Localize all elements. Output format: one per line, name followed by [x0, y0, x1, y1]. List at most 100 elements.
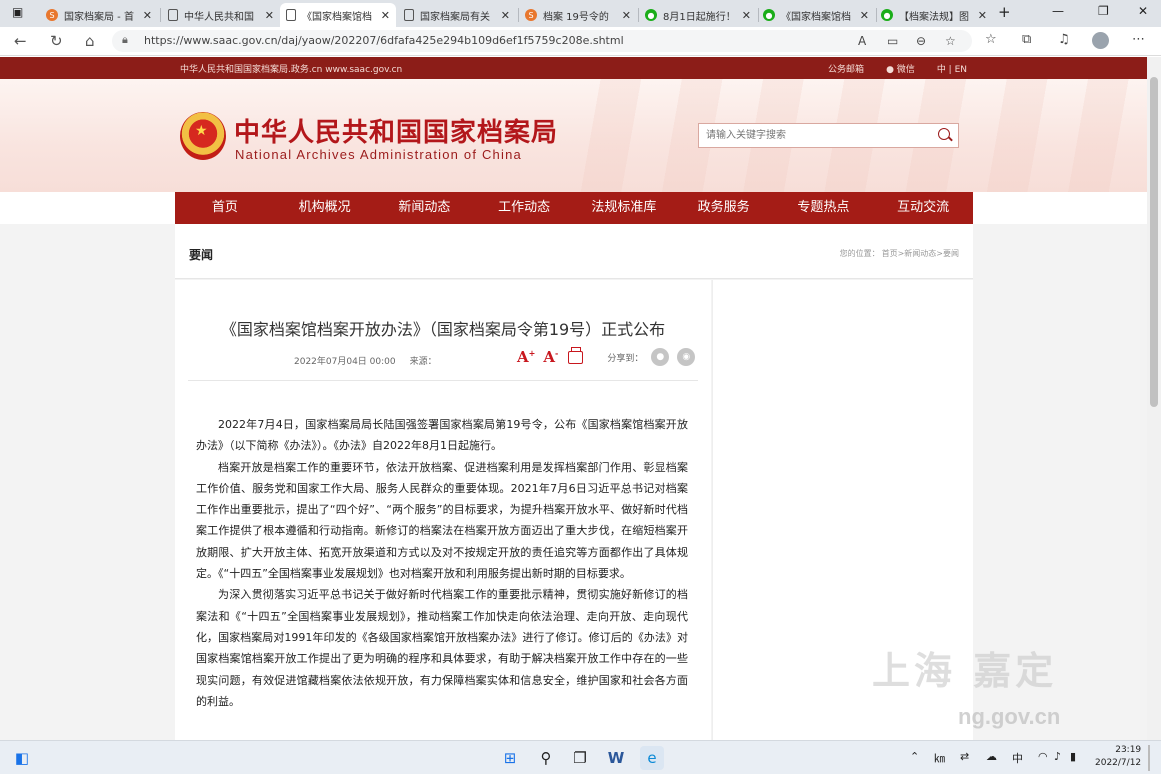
watermark-url: ng.gov.cn — [958, 704, 1061, 729]
tab-close-icon[interactable]: ✕ — [143, 9, 152, 22]
weibo-share-icon[interactable]: ◉ — [677, 348, 696, 366]
browser-tab[interactable]: 国家档案局有关 ✕ — [398, 3, 516, 27]
read-aloud-icon[interactable]: A — [858, 34, 866, 48]
wifi-icon[interactable]: ◠ — [1038, 750, 1048, 763]
page-icon — [404, 9, 414, 21]
start-button-icon[interactable]: ⊞ — [498, 746, 522, 770]
article-source: 来源： — [409, 357, 437, 367]
search-icon[interactable]: ⚲ — [534, 746, 558, 770]
language-switch[interactable]: 中 | EN — [937, 62, 967, 75]
browser-tab[interactable]: ● 【档案法规】图 ✕ — [875, 3, 993, 27]
scrollbar-thumb[interactable] — [1150, 77, 1158, 407]
widgets-icon[interactable]: ◧ — [10, 746, 34, 770]
print-icon[interactable] — [568, 346, 584, 364]
font-increase-button[interactable]: A+ — [517, 348, 535, 366]
tab-close-icon[interactable]: ✕ — [265, 9, 274, 22]
task-view-icon[interactable]: ❐ — [568, 746, 592, 770]
refresh-icon[interactable]: ↻ — [50, 32, 63, 50]
nav-topics[interactable]: 专题热点 — [774, 192, 874, 224]
nav-home[interactable]: 首页 — [175, 192, 275, 224]
browser-tab[interactable]: 中华人民共和国 ✕ — [162, 3, 280, 27]
browser-tab[interactable]: ● 《国家档案馆档 ✕ — [757, 3, 875, 27]
gov-mail-link[interactable]: 公务邮箱 — [828, 62, 864, 75]
more-menu-icon[interactable]: ⋯ — [1132, 32, 1145, 47]
article-paragraph: 档案开放是档案工作的重要环节，依法开放档案、促进档案利用是发挥档案部门作用、彰显… — [196, 460, 688, 581]
collections-icon[interactable]: ⧉ — [1022, 32, 1031, 47]
close-window-icon[interactable]: ✕ — [1138, 4, 1148, 18]
url-field[interactable]: 🔒︎ https://www.saac.gov.cn/daj/yaow/2022… — [112, 30, 972, 52]
input-language[interactable]: 中 — [1012, 750, 1023, 766]
new-tab-button[interactable]: + — [998, 3, 1011, 21]
network-share-icon[interactable]: ⇄ — [960, 750, 969, 763]
page-icon — [286, 9, 296, 21]
chevron-up-icon[interactable]: ⌃ — [910, 750, 919, 763]
browser-tab[interactable]: S 国家档案局 - 首 ✕ — [40, 3, 158, 27]
notifications-icon[interactable]: ♫ — [1058, 32, 1070, 47]
divider — [188, 380, 698, 381]
tab-close-icon[interactable]: ✕ — [742, 9, 751, 22]
nav-regulations[interactable]: 法规标准库 — [574, 192, 674, 224]
reader-icon[interactable]: ▭ — [887, 34, 898, 48]
battery-icon[interactable]: ▮ — [1070, 750, 1076, 763]
volume-icon[interactable]: ♪ — [1054, 750, 1061, 763]
breadcrumb-path[interactable]: 首页>新闻动态>要闻 — [882, 249, 959, 258]
font-decrease-button[interactable]: A- — [543, 348, 558, 366]
search-input[interactable] — [699, 124, 919, 147]
search-icon[interactable] — [938, 128, 950, 140]
wechat-icon: ● — [886, 65, 894, 75]
article-title: 《国家档案馆档案开放办法》（国家档案局令第19号）正式公布 — [220, 320, 666, 339]
article-paragraph: 2022年7月4日，国家档案局局长陆国强签署国家档案局第19号令，公布《国家档案… — [196, 418, 688, 453]
nav-work[interactable]: 工作动态 — [474, 192, 574, 224]
browser-tab[interactable]: ● 8月1日起施行！ ✕ — [639, 3, 757, 27]
site-search-box — [698, 123, 959, 148]
tab-separator — [160, 8, 161, 22]
word-app-icon[interactable]: W — [604, 746, 628, 770]
nav-services[interactable]: 政务服务 — [674, 192, 774, 224]
article-paragraph: 为深入贯彻落实习近平总书记关于做好新时代档案工作的重要批示精神，贯彻实施好新修订… — [196, 588, 688, 708]
nav-about[interactable]: 机构概况 — [275, 192, 375, 224]
tab-close-icon[interactable]: ✕ — [622, 9, 631, 22]
wechat-icon: ● — [645, 9, 657, 21]
browser-tab[interactable]: S 档案 19号令的 ✕ — [519, 3, 637, 27]
wechat-share-icon[interactable]: ● — [651, 348, 670, 366]
edge-browser-icon[interactable]: e — [640, 746, 664, 770]
vertical-scrollbar[interactable] — [1147, 57, 1161, 740]
browser-tab-active[interactable]: 《国家档案馆档 ✕ — [280, 3, 396, 27]
article-body: 2022年7月4日，国家档案局局长陆国强签署国家档案局第19号令，公布《国家档案… — [196, 414, 688, 712]
home-icon[interactable]: ⌂ — [85, 32, 95, 50]
favorite-add-icon[interactable]: ☆ — [945, 34, 956, 48]
tab-close-icon[interactable]: ✕ — [860, 9, 869, 22]
lock-icon[interactable]: 🔒︎ — [122, 33, 128, 47]
show-desktop-button[interactable] — [1148, 745, 1150, 771]
back-icon[interactable]: ← — [14, 32, 27, 50]
site-domain-text: 中华人民共和国国家档案局.政务.cn www.saac.gov.cn — [180, 65, 403, 75]
maximize-icon[interactable]: ❐ — [1098, 4, 1109, 18]
system-clock[interactable]: 23:19 2022/7/12 — [1095, 744, 1141, 770]
wechat-link[interactable]: ● 微信 — [886, 62, 915, 75]
zoom-icon[interactable]: ⊖ — [916, 34, 926, 48]
nav-news[interactable]: 新闻动态 — [375, 192, 475, 224]
nav-interaction[interactable]: 互动交流 — [873, 192, 973, 224]
wechat-icon: ● — [763, 9, 775, 21]
tab-actions-icon[interactable]: ▣ — [12, 5, 23, 19]
site-favicon-icon: S — [525, 9, 537, 21]
cloud-icon[interactable]: ☁ — [986, 750, 997, 763]
app-tray-icon[interactable]: ㎞ — [934, 750, 945, 766]
national-emblem-logo[interactable]: ★ — [180, 112, 226, 160]
share-label: 分享到： — [607, 353, 644, 364]
site-title-cn[interactable]: 中华人民共和国国家档案局 — [234, 112, 558, 149]
tab-close-icon[interactable]: ✕ — [381, 9, 390, 22]
breadcrumb: 您的位置： 首页>新闻动态>要闻 — [839, 249, 959, 258]
clock-time: 23:19 — [1115, 745, 1142, 755]
article-tools: A+ A- 分享到： ● ◉ — [517, 346, 696, 366]
site-title-en: National Archives Administration of Chin… — [235, 147, 522, 162]
site-header: ★ 中华人民共和国国家档案局 National Archives Adminis… — [0, 79, 1147, 192]
minimize-icon[interactable]: — — [1052, 4, 1064, 18]
tab-close-icon[interactable]: ✕ — [501, 9, 510, 22]
browser-tab-strip: ▣ S 国家档案局 - 首 ✕ 中华人民共和国 ✕ 《国家档案馆档 ✕ 国家档案… — [0, 0, 1161, 27]
profile-avatar[interactable] — [1092, 32, 1109, 49]
tab-close-icon[interactable]: ✕ — [978, 9, 987, 22]
favorites-icon[interactable]: ☆ — [985, 32, 997, 47]
article-meta: 2022年07月04日 00:00 来源： — [294, 354, 437, 367]
site-favicon-icon: S — [46, 9, 58, 21]
